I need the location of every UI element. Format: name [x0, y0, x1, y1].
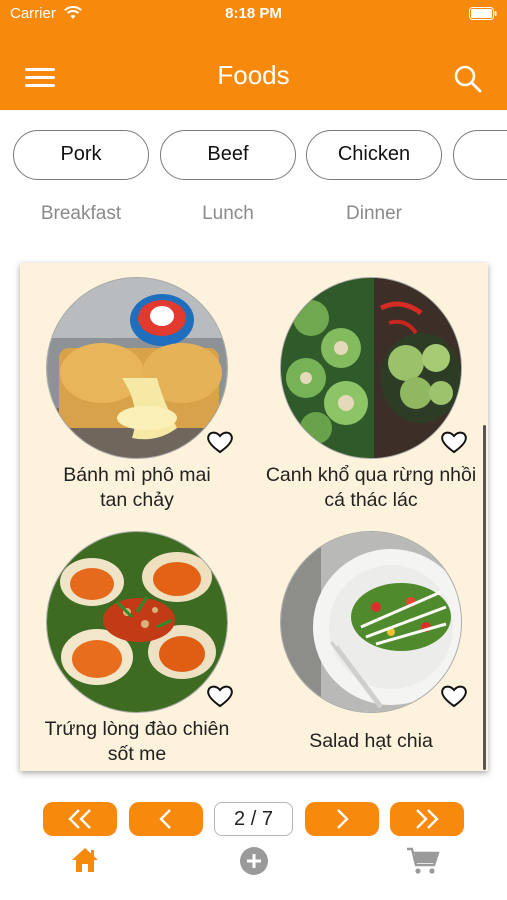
cart-icon[interactable]	[406, 846, 440, 876]
next-page-button[interactable]	[305, 802, 379, 836]
category-chip-pork[interactable]: Pork	[13, 130, 149, 180]
meal-tab-partial[interactable]: Sn	[453, 203, 507, 225]
prev-page-button[interactable]	[129, 802, 203, 836]
category-chip-partial[interactable]: D	[453, 130, 507, 180]
last-page-button[interactable]	[390, 802, 464, 836]
food-grid: Bánh mì phô mai tan chảy Canh khổ qua rừ…	[20, 263, 488, 771]
meal-tabs: Breakfast Lunch Dinner Sn	[0, 203, 507, 229]
category-chips: Pork Beef Chicken D	[0, 130, 507, 184]
chevron-left-icon	[159, 809, 171, 829]
chevron-right-icon	[337, 809, 349, 829]
heart-icon[interactable]	[206, 429, 234, 455]
food-image-cheese-bread	[46, 277, 228, 459]
meal-tab-dinner[interactable]: Dinner	[306, 203, 442, 225]
food-card[interactable]: Salad hạt chia	[254, 517, 488, 771]
search-icon[interactable]	[453, 64, 483, 94]
heart-icon[interactable]	[206, 683, 234, 709]
scrollbar[interactable]	[483, 425, 486, 770]
home-icon[interactable]	[70, 846, 100, 874]
pagination: 2 / 7	[0, 802, 507, 838]
first-page-button[interactable]	[43, 802, 117, 836]
page-title: Foods	[217, 60, 290, 90]
page-indicator: 2 / 7	[214, 802, 293, 836]
app-header: Carrier 8:18 PM Foods	[0, 0, 507, 110]
food-name: Canh khổ qua rừng nhồi cá thác lác	[265, 464, 477, 511]
status-time: 8:18 PM	[225, 5, 282, 22]
food-card[interactable]: Bánh mì phô mai tan chảy	[20, 263, 254, 517]
food-name: Salad hạt chia	[309, 730, 433, 752]
food-card[interactable]: Canh khổ qua rừng nhồi cá thác lác	[254, 263, 488, 517]
meal-tab-lunch[interactable]: Lunch	[160, 203, 296, 225]
heart-icon[interactable]	[440, 429, 468, 455]
double-chevron-right-icon	[416, 809, 439, 829]
food-name: Trứng lòng đào chiên sốt me	[44, 718, 230, 765]
food-card[interactable]: Trứng lòng đào chiên sốt me	[20, 517, 254, 771]
heart-icon[interactable]	[440, 683, 468, 709]
add-circle-icon[interactable]	[239, 846, 269, 876]
food-image-fried-eggs	[46, 531, 228, 713]
bottom-tab-bar	[0, 840, 507, 900]
food-image-bitter-melon	[280, 277, 462, 459]
foods-screen: Carrier 8:18 PM Foods Pork Beef Chicken	[0, 0, 507, 900]
food-name: Bánh mì phô mai tan chảy	[63, 464, 211, 511]
category-chip-chicken[interactable]: Chicken	[306, 130, 442, 180]
battery-icon	[469, 7, 497, 20]
category-chip-beef[interactable]: Beef	[160, 130, 296, 180]
double-chevron-left-icon	[68, 809, 91, 829]
meal-tab-breakfast[interactable]: Breakfast	[13, 203, 149, 225]
status-bar: Carrier 8:18 PM	[0, 0, 507, 30]
food-image-chia-salad	[280, 531, 462, 713]
